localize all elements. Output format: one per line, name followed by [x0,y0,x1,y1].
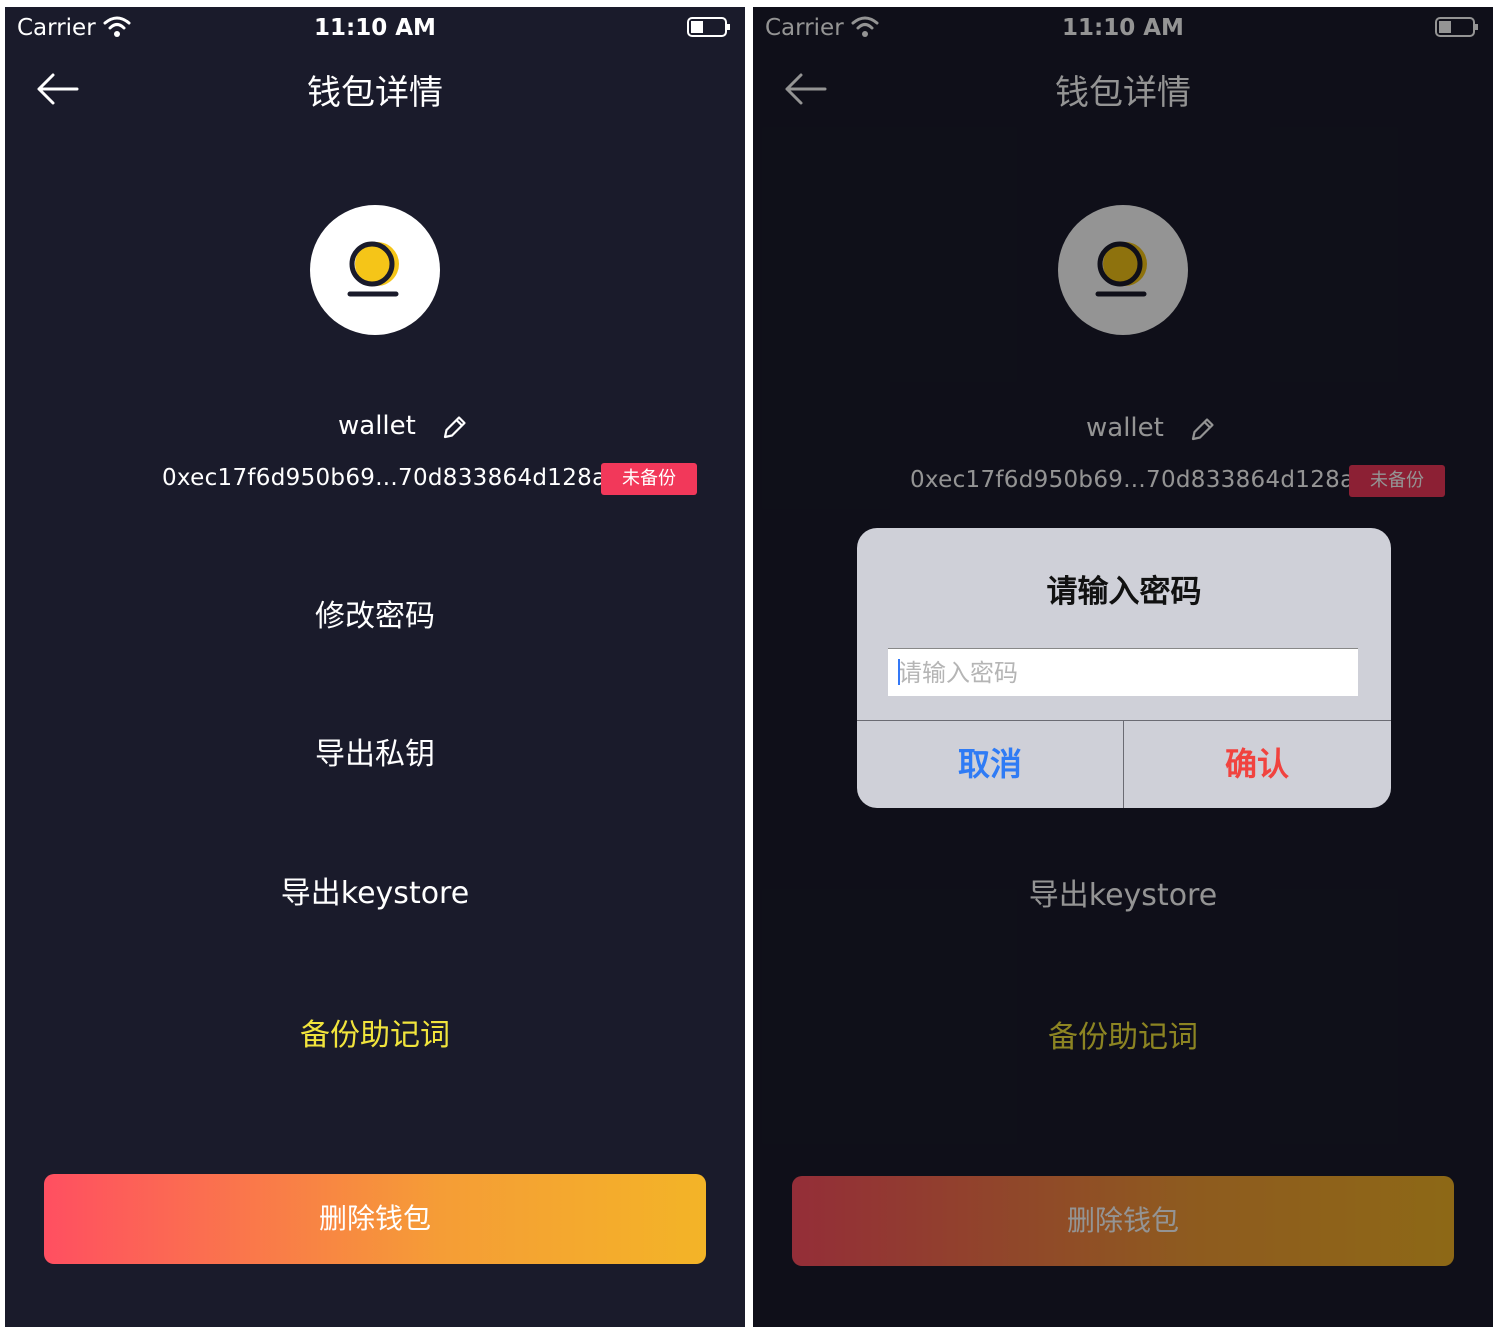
delete-wallet-button[interactable]: 删除钱包 [44,1174,706,1264]
page-title: 钱包详情 [307,73,443,113]
dialog-title: 请输入密码 [1046,574,1202,610]
status-time: 11:10 AM [314,15,436,41]
status-bar: Carrier 11:10 AM [5,7,745,51]
export-keystore-item[interactable]: 导出keystore [5,868,745,912]
wallet-name: wallet [338,411,416,441]
wallet-avatar [310,205,440,335]
wallet-logo-icon [347,241,399,297]
battery-icon [687,17,730,37]
wallet-detail-screen: Carrier 11:10 AM 钱包详情 wallet 0xec17f6d95… [5,7,745,1327]
cancel-button[interactable]: 取消 [857,721,1123,808]
export-private-key-item[interactable]: 导出私钥 [5,729,745,773]
not-backed-up-badge: 未备份 [601,463,697,495]
edit-pencil-icon[interactable] [441,413,469,441]
backup-mnemonic-item[interactable]: 备份助记词 [5,1010,745,1054]
password-input[interactable] [888,648,1358,696]
change-password-item[interactable]: 修改密码 [5,591,745,635]
wallet-address: 0xec17f6d950b69...70d833864d128a [162,465,607,491]
text-cursor [898,659,900,685]
password-dialog: 请输入密码 取消 确认 [857,528,1391,808]
wallet-detail-screen-with-dialog: Carrier 11:10 AM 钱包详情 wallet 0xec17f6d95… [753,7,1493,1327]
confirm-button[interactable]: 确认 [1124,721,1390,808]
